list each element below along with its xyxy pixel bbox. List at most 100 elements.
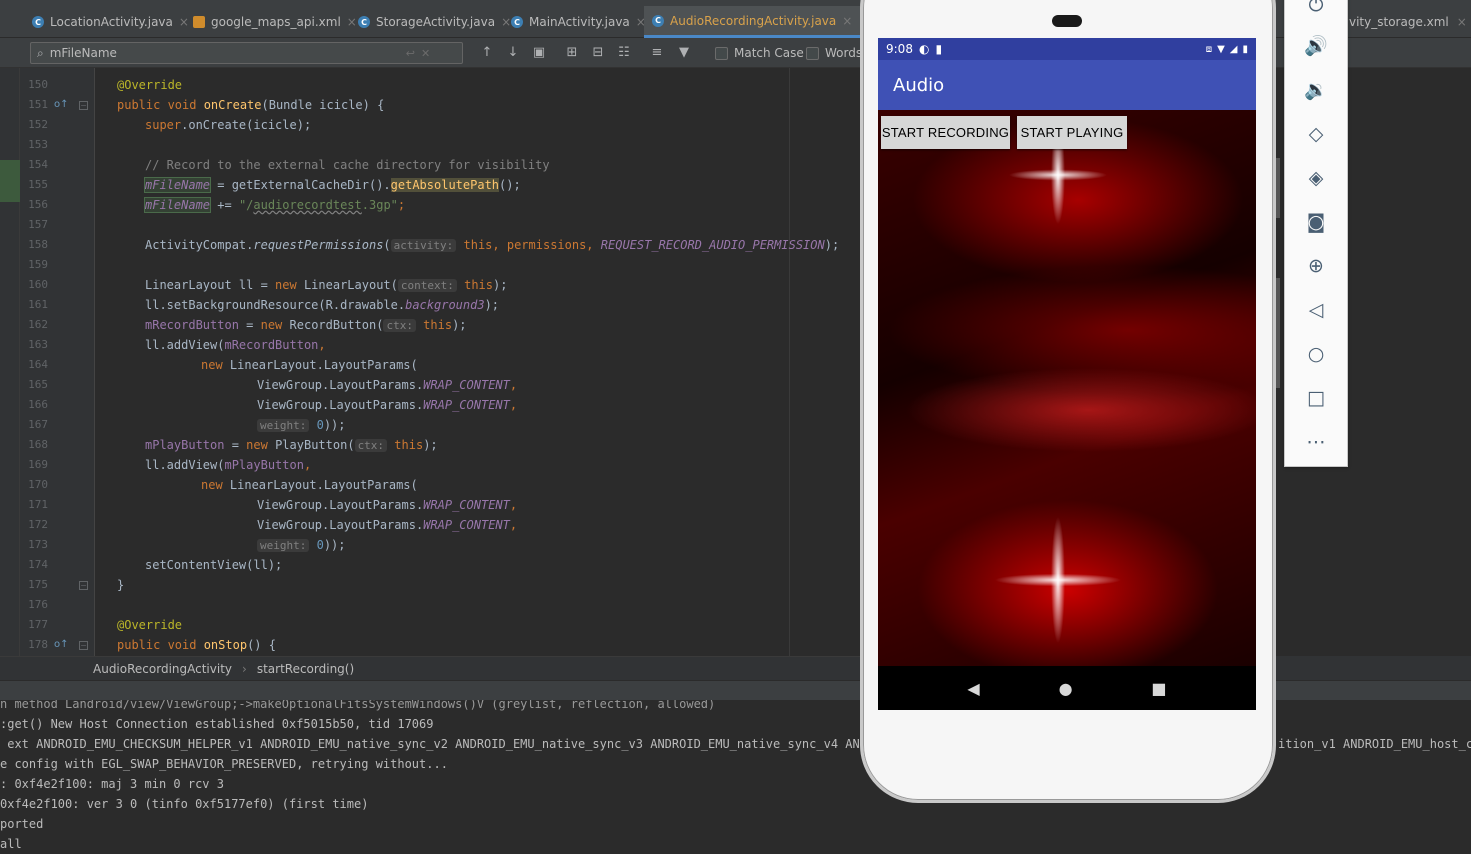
- power-icon[interactable]: ⏻: [1302, 0, 1330, 19]
- left-tool-strip: [0, 68, 20, 656]
- app-content-background: START RECORDING START PLAYING: [878, 110, 1256, 666]
- remove-occurrence-icon[interactable]: ⊟: [590, 44, 606, 62]
- code-line-168: mPlayButton = new PlayButton(ctx: this);: [145, 438, 438, 452]
- checkbox-box[interactable]: [806, 46, 819, 60]
- code-line-158: ActivityCompat.requestPermissions(activi…: [145, 238, 840, 252]
- log-line: : 0xf4e2f100: maj 3 min 0 rcv 3: [0, 777, 224, 791]
- words-label: Words: [825, 46, 863, 60]
- back-nav-icon[interactable]: ◀: [967, 679, 979, 698]
- home-icon[interactable]: ○: [1302, 340, 1330, 368]
- checkbox-box[interactable]: [715, 46, 728, 60]
- volume-down-icon[interactable]: 🔉: [1302, 76, 1330, 104]
- fold-toggle-icon[interactable]: −: [79, 641, 88, 650]
- override-marker-icon[interactable]: o↑: [54, 639, 69, 650]
- overview-nav-icon[interactable]: ■: [1151, 679, 1166, 698]
- line-number: 152: [28, 118, 48, 131]
- code-line-172: ViewGroup.LayoutParams.WRAP_CONTENT,: [257, 518, 518, 532]
- line-number: 168: [28, 438, 48, 451]
- filter-lines-icon[interactable]: ≡: [649, 44, 665, 62]
- tab-google-maps-api[interactable]: google_maps_api.xml ×: [185, 6, 365, 38]
- code-area[interactable]: @Override public void onCreate(Bundle ic…: [117, 68, 862, 656]
- close-icon[interactable]: ×: [842, 14, 852, 28]
- code-line-177: @Override: [117, 618, 183, 632]
- code-editor[interactable]: 150 151 152 153 154 155 156 157 158 159 160 161 162 1…: [0, 68, 862, 656]
- line-number: 170: [28, 478, 48, 491]
- line-number: 160: [28, 278, 48, 291]
- device-speaker: [1052, 15, 1082, 27]
- emulator-toolbar: ⏻ 🔊 🔉 ◇ ◈ ◙ ⊕ ◁ ○ □ ⋯: [1284, 0, 1348, 467]
- tab-audio-recording-activity[interactable]: C AudioRecordingActivity.java ×: [644, 6, 861, 38]
- log-line-right: ition_v1 ANDROID_EMU_host_co: [1278, 737, 1471, 751]
- search-field[interactable]: ⌕ ↩ ✕: [30, 42, 463, 64]
- emulator-screen[interactable]: 9:08 ◐ ▮ ⧈ ▼ ◢ ▮ Audio START RECORDING S…: [878, 38, 1256, 710]
- param-hint: activity:: [390, 239, 457, 252]
- line-number: 163: [28, 338, 48, 351]
- param-hint: ctx:: [354, 439, 388, 452]
- notification-icon: ◐: [918, 42, 930, 56]
- camera-icon[interactable]: ◙: [1302, 208, 1330, 236]
- log-line: n method Landroid/view/ViewGroup;->makeO…: [0, 700, 716, 711]
- tab-label: LocationActivity.java: [50, 15, 173, 29]
- code-line-164: new LinearLayout.LayoutParams(: [201, 358, 418, 372]
- more-icon[interactable]: ⋯: [1302, 428, 1330, 456]
- line-number-gutter: 150 151 152 153 154 155 156 157 158 159 160 161 162 1…: [20, 68, 95, 656]
- android-status-bar: 9:08 ◐ ▮ ⧈ ▼ ◢ ▮: [878, 38, 1256, 60]
- line-number: 167: [28, 418, 48, 431]
- search-match: mFileName: [143, 177, 212, 193]
- tab-activity-storage-xml[interactable]: vity_storage.xml ×: [1349, 6, 1471, 38]
- overview-icon[interactable]: □: [1302, 384, 1330, 412]
- app-title: Audio: [893, 74, 945, 96]
- code-line-150: @Override: [117, 78, 183, 92]
- match-case-checkbox[interactable]: Match Case: [715, 46, 804, 60]
- app-bar: Audio: [878, 60, 1256, 110]
- filter-icon[interactable]: ▼: [676, 44, 692, 62]
- override-marker-icon[interactable]: o↑: [54, 99, 69, 110]
- breadcrumb-method[interactable]: startRecording(): [257, 662, 354, 676]
- zoom-icon[interactable]: ⊕: [1302, 252, 1330, 280]
- line-number: 159: [28, 258, 48, 271]
- tab-main-activity[interactable]: C MainActivity.java ×: [503, 6, 654, 38]
- line-number: 154: [28, 158, 48, 171]
- code-line-173: weight: 0));: [257, 535, 346, 555]
- select-all-occurrences-icon[interactable]: ☷: [616, 44, 632, 62]
- code-line-165: ViewGroup.LayoutParams.WRAP_CONTENT,: [257, 378, 518, 392]
- tab-location-activity[interactable]: C LocationActivity.java ×: [24, 6, 197, 38]
- line-number: 174: [28, 558, 48, 571]
- find-in-window-icon[interactable]: ▣: [531, 44, 547, 62]
- search-input[interactable]: [49, 46, 400, 60]
- xml-file-icon: [193, 16, 205, 28]
- param-hint: ctx:: [383, 319, 416, 332]
- scroll-marker: [1276, 158, 1280, 218]
- rotate-left-icon[interactable]: ◇: [1302, 120, 1330, 148]
- code-line-152: super.onCreate(icicle);: [145, 118, 312, 132]
- close-icon[interactable]: ×: [1457, 15, 1467, 29]
- java-class-icon: C: [511, 16, 523, 28]
- android-nav-bar: ◀ ● ■: [878, 666, 1256, 710]
- line-number: 156: [28, 198, 48, 211]
- start-playing-button[interactable]: START PLAYING: [1017, 116, 1127, 149]
- battery-icon: ▮: [1242, 43, 1248, 55]
- tab-storage-activity[interactable]: C StorageActivity.java ×: [350, 6, 519, 38]
- line-number: 150: [28, 78, 48, 91]
- back-icon[interactable]: ◁: [1302, 296, 1330, 324]
- wifi-icon: ▼: [1217, 43, 1225, 55]
- volume-up-icon[interactable]: 🔊: [1302, 32, 1330, 60]
- code-line-162: mRecordButton = new RecordButton(ctx: th…: [145, 318, 467, 332]
- previous-occurrence-icon[interactable]: ↑: [479, 44, 495, 62]
- breadcrumb-class[interactable]: AudioRecordingActivity: [93, 662, 232, 676]
- line-number: 177: [28, 618, 48, 631]
- add-occurrence-icon[interactable]: ⊞: [564, 44, 580, 62]
- words-checkbox[interactable]: Words: [806, 46, 862, 60]
- vibrate-icon: ⧈: [1205, 43, 1213, 55]
- next-occurrence-icon[interactable]: ↓: [505, 44, 521, 62]
- replace-icon[interactable]: ↩: [406, 47, 415, 60]
- rotate-right-icon[interactable]: ◈: [1302, 164, 1330, 192]
- fold-toggle-icon[interactable]: −: [79, 581, 88, 590]
- home-nav-icon[interactable]: ●: [1059, 679, 1073, 698]
- clear-icon[interactable]: ✕: [421, 47, 430, 60]
- breadcrumb-separator: ›: [242, 661, 247, 676]
- line-number: 161: [28, 298, 48, 311]
- start-recording-button[interactable]: START RECORDING: [881, 116, 1010, 149]
- search-icon: ⌕: [37, 45, 44, 60]
- fold-toggle-icon[interactable]: −: [79, 101, 88, 110]
